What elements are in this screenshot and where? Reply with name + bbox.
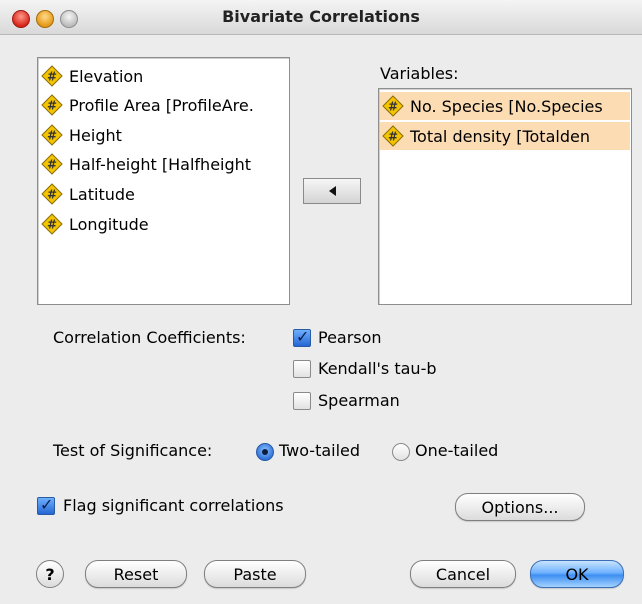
scale-variable-icon: #	[41, 153, 63, 175]
list-item-label: Longitude	[69, 214, 149, 234]
list-item-label: Height	[69, 125, 122, 145]
list-item-label: No. Species [No.Species	[410, 96, 603, 116]
list-item[interactable]: # Elevation	[41, 62, 143, 90]
svg-text:#: #	[388, 100, 398, 114]
scale-variable-icon: #	[41, 65, 63, 87]
list-item-label: Elevation	[69, 66, 144, 86]
list-item[interactable]: # Total density [Totalden	[380, 122, 630, 150]
pearson-label[interactable]: Pearson	[318, 328, 382, 347]
reset-button[interactable]: Reset	[85, 560, 187, 588]
cancel-button[interactable]: Cancel	[410, 560, 516, 588]
list-item[interactable]: # Longitude	[41, 210, 149, 238]
two-tailed-label[interactable]: Two-tailed	[279, 441, 360, 460]
scale-variable-icon: #	[41, 94, 63, 116]
variables-label: Variables:	[380, 64, 459, 83]
two-tailed-radio[interactable]	[256, 443, 274, 461]
list-item[interactable]: # No. Species [No.Species	[380, 92, 630, 120]
options-button[interactable]: Options...	[455, 493, 585, 521]
checkmark-icon: ✓	[40, 495, 54, 514]
ok-button[interactable]: OK	[530, 560, 624, 588]
kendall-tau-b-label[interactable]: Kendall's tau-b	[318, 359, 437, 378]
spearman-label[interactable]: Spearman	[318, 391, 400, 410]
svg-text:#: #	[47, 70, 57, 84]
one-tailed-radio[interactable]	[392, 443, 410, 461]
svg-text:#: #	[47, 218, 57, 232]
pearson-checkbox[interactable]: ✓	[293, 327, 311, 347]
title-bar: Bivariate Correlations	[0, 0, 642, 35]
svg-text:#: #	[47, 99, 57, 113]
svg-text:#: #	[47, 158, 57, 172]
svg-text:#: #	[388, 130, 398, 144]
scale-variable-icon: #	[41, 213, 63, 235]
scale-variable-icon: #	[382, 95, 404, 117]
flag-significant-label[interactable]: Flag significant correlations	[63, 496, 284, 515]
list-item-label: Profile Area [ProfileAre.	[69, 95, 254, 115]
svg-text:#: #	[47, 188, 57, 202]
svg-text:#: #	[47, 129, 57, 143]
scale-variable-icon: #	[41, 124, 63, 146]
list-item[interactable]: # Height	[41, 121, 122, 149]
list-item[interactable]: # Profile Area [ProfileAre.	[41, 91, 254, 119]
paste-button[interactable]: Paste	[204, 560, 306, 588]
variables-list[interactable]: # No. Species [No.Species # Total densit…	[378, 88, 632, 305]
spearman-checkbox[interactable]	[293, 392, 311, 410]
list-item[interactable]: # Latitude	[41, 180, 135, 208]
kendall-tau-b-checkbox[interactable]	[293, 360, 311, 378]
source-variable-list[interactable]: # Elevation # Profile Area [ProfileAre. …	[37, 57, 290, 305]
one-tailed-label[interactable]: One-tailed	[415, 441, 498, 460]
move-variable-button[interactable]	[303, 178, 361, 204]
window-title: Bivariate Correlations	[222, 7, 420, 26]
scale-variable-icon: #	[382, 125, 404, 147]
correlation-coefficients-label: Correlation Coefficients:	[53, 328, 246, 347]
list-item-label: Latitude	[69, 184, 135, 204]
list-item-label: Half-height [Halfheight	[69, 154, 252, 174]
checkmark-icon: ✓	[296, 327, 310, 346]
list-item-label: Total density [Totalden	[410, 126, 590, 146]
test-of-significance-label: Test of Significance:	[53, 441, 213, 460]
scale-variable-icon: #	[41, 183, 63, 205]
arrow-left-icon	[328, 186, 336, 196]
list-item[interactable]: # Half-height [Halfheight	[41, 150, 251, 178]
flag-significant-checkbox[interactable]: ✓	[37, 495, 55, 515]
help-icon[interactable]: ?	[36, 560, 64, 588]
